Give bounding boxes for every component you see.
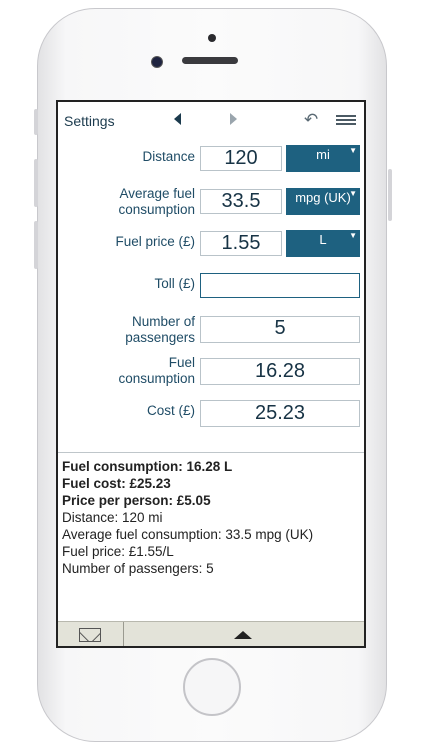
passengers-label-line2: passengers: [125, 330, 195, 345]
left-arrow-icon[interactable]: [174, 113, 181, 125]
camera-dot: [208, 34, 216, 42]
fuel-consumption-label-line2: consumption: [118, 371, 195, 386]
fuel-price-unit-value: L: [319, 232, 327, 247]
mail-icon: [79, 628, 101, 642]
fuel-consumption-label-line1: Fuel: [168, 355, 195, 370]
volume-up-button: [34, 159, 38, 207]
distance-input[interactable]: 120: [200, 146, 282, 171]
dropdown-arrow-icon: ▼: [349, 231, 357, 240]
fuel-consumption-output: 16.28: [200, 358, 360, 385]
avg-fuel-input[interactable]: 33.5: [200, 189, 282, 214]
bottom-bar: [58, 621, 364, 646]
summary-avg-consumption: Average fuel consumption: 33.5 mpg (UK): [62, 527, 314, 542]
undo-icon[interactable]: ↶: [304, 110, 318, 130]
dropdown-arrow-icon: ▼: [349, 146, 357, 155]
settings-button[interactable]: Settings: [64, 113, 115, 129]
up-arrow-icon[interactable]: [234, 631, 252, 639]
distance-unit-select[interactable]: mi ▼: [286, 145, 360, 172]
avg-fuel-label: Average fuel consumption: [60, 186, 195, 218]
toolbar: Settings ↶: [58, 102, 364, 140]
passengers-label: Number of passengers: [60, 314, 195, 346]
avg-fuel-unit-value: mpg (UK): [295, 190, 351, 205]
avg-fuel-label-line1: Average fuel: [119, 186, 195, 201]
mute-switch: [34, 109, 38, 135]
home-button[interactable]: [183, 658, 241, 716]
distance-label: Distance: [142, 149, 195, 164]
fuel-price-input[interactable]: 1.55: [200, 231, 282, 256]
front-camera: [151, 56, 163, 68]
summary-fuel-consumption: Fuel consumption: 16.28 L: [62, 459, 233, 474]
cost-label: Cost (£): [146, 403, 195, 418]
toll-label: Toll (£): [154, 276, 195, 291]
distance-unit-value: mi: [316, 147, 330, 162]
menu-icon[interactable]: [336, 115, 356, 127]
passengers-label-line1: Number of: [131, 314, 195, 329]
avg-fuel-label-line2: consumption: [118, 202, 195, 217]
summary-fuel-price: Fuel price: £1.55/L: [62, 544, 174, 559]
divider: [58, 452, 364, 453]
summary-distance: Distance: 120 mi: [62, 510, 163, 525]
power-button: [388, 169, 392, 221]
toll-input[interactable]: [200, 273, 360, 298]
fuel-consumption-label: Fuel consumption: [60, 355, 195, 387]
passengers-input[interactable]: 5: [200, 316, 360, 343]
summary-fuel-cost: Fuel cost: £25.23: [62, 476, 171, 491]
summary-passengers: Number of passengers: 5: [62, 561, 214, 576]
cost-output: 25.23: [200, 400, 360, 427]
fuel-price-unit-select[interactable]: L ▼: [286, 230, 360, 257]
speaker-grille: [182, 57, 238, 64]
fuel-price-label: Fuel price (£): [115, 234, 195, 249]
volume-down-button: [34, 221, 38, 269]
right-arrow-icon[interactable]: [230, 113, 237, 125]
avg-fuel-unit-select[interactable]: mpg (UK) ▼: [286, 188, 360, 215]
summary-price-per-person: Price per person: £5.05: [62, 493, 211, 508]
dropdown-arrow-icon: ▼: [349, 189, 357, 198]
app-screen: Settings ↶ Distance 120 mi ▼ Average fue…: [56, 100, 366, 648]
summary-panel: Fuel consumption: 16.28 L Fuel cost: £25…: [62, 458, 313, 577]
email-button[interactable]: [58, 622, 124, 646]
